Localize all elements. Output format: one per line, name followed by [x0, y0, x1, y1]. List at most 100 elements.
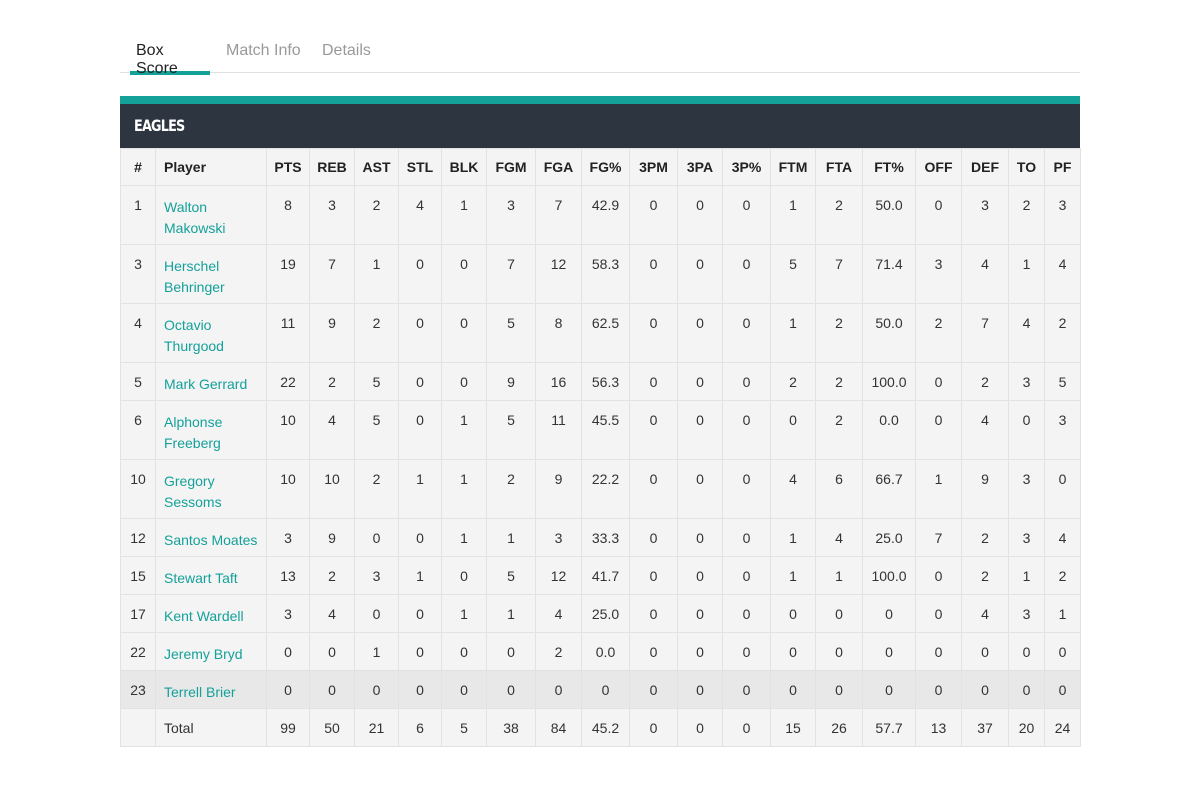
stat-cell: 66.7	[862, 459, 916, 519]
column-header[interactable]: PF	[1044, 148, 1081, 186]
player-link[interactable]: Alphonse Freeberg	[164, 412, 266, 454]
stat-cell: 0	[1044, 632, 1081, 671]
stat-cell: 0	[629, 362, 678, 401]
stat-cell: 0	[722, 594, 771, 633]
player-link[interactable]: Terrell Brier	[164, 682, 266, 703]
stat-cell: 0	[915, 632, 962, 671]
column-header[interactable]: 3PA	[677, 148, 723, 186]
stat-cell: 0	[722, 670, 771, 709]
stat-cell: 0	[354, 670, 399, 709]
player-cell: Kent Wardell	[155, 594, 267, 633]
stat-cell: 0	[677, 362, 723, 401]
stat-cell: 0	[677, 400, 723, 460]
player-link[interactable]: Santos Moates	[164, 530, 266, 551]
stat-cell: 2	[815, 362, 863, 401]
player-link[interactable]: Walton Makowski	[164, 197, 266, 239]
column-header[interactable]: AST	[354, 148, 399, 186]
total-stat-cell: 0	[722, 708, 771, 747]
stat-cell: 0	[629, 459, 678, 519]
stat-cell: 1	[354, 244, 399, 304]
column-header[interactable]: FG%	[581, 148, 630, 186]
stat-cell: 0	[677, 303, 723, 363]
stat-cell: 2	[770, 362, 816, 401]
player-first-name: Mark Gerrard	[164, 376, 248, 392]
column-header[interactable]: OFF	[915, 148, 962, 186]
stat-cell: 19	[266, 244, 310, 304]
stat-cell: 5	[770, 244, 816, 304]
stat-cell: 0	[629, 556, 678, 595]
player-link[interactable]: Jeremy Bryd	[164, 644, 266, 665]
column-header[interactable]: FT%	[862, 148, 916, 186]
player-link[interactable]: Kent Wardell	[164, 606, 266, 627]
stat-cell: 0	[722, 303, 771, 363]
player-number: 4	[120, 303, 156, 363]
stat-cell: 0	[677, 670, 723, 709]
accent-bar	[120, 96, 1080, 104]
stat-cell: 0	[1044, 459, 1081, 519]
tab-box-score[interactable]: Box Score	[130, 42, 210, 77]
table-row: 22 Jeremy Bryd 0 0 1 0 0 0 2 0.0 0 0 0 0 0 0 0 0 0 0	[120, 632, 1081, 671]
stat-cell: 0	[722, 400, 771, 460]
stat-cell: 1	[815, 556, 863, 595]
table-row: 4 Octavio Thurgood 11 9 2 0 0 5 8 62.5 0 0 0 1 2 50.0 2 7 4…	[120, 303, 1081, 363]
tab-details[interactable]: Details	[316, 42, 377, 71]
player-cell: Terrell Brier	[155, 670, 267, 709]
stat-cell: 50.0	[862, 185, 916, 245]
stat-cell: 4	[961, 244, 1009, 304]
stat-cell: 1	[398, 556, 442, 595]
total-stat-cell: 38	[486, 708, 536, 747]
stat-cell: 1	[770, 556, 816, 595]
column-header[interactable]: Player	[155, 148, 267, 186]
column-header[interactable]: FTA	[815, 148, 863, 186]
stat-cell: 0	[722, 459, 771, 519]
stat-cell: 2	[915, 303, 962, 363]
table-row: 12 Santos Moates 3 9 0 0 1 1 3 33.3 0 0 0 1 4 25.0 7 2 3 4	[120, 518, 1081, 557]
column-header[interactable]: TO	[1008, 148, 1045, 186]
player-link[interactable]: Octavio Thurgood	[164, 315, 266, 357]
player-first-name: Kent Wardell	[164, 608, 244, 624]
stat-cell: 1	[770, 518, 816, 557]
table-row: 1 Walton Makowski 8 3 2 4 1 3 7 42.9 0 0 0 1 2 50.0 0 3 2 3	[120, 185, 1081, 245]
stat-cell: 41.7	[581, 556, 630, 595]
player-link[interactable]: Mark Gerrard	[164, 374, 266, 395]
tab-match-info[interactable]: Match Info	[220, 42, 307, 71]
stat-cell: 0	[486, 670, 536, 709]
column-header[interactable]: BLK	[441, 148, 487, 186]
stat-cell: 2	[961, 556, 1009, 595]
player-link[interactable]: Stewart Taft	[164, 568, 266, 589]
column-header[interactable]: #	[120, 148, 156, 186]
stat-cell: 1	[770, 185, 816, 245]
stat-cell: 22.2	[581, 459, 630, 519]
stat-cell: 7	[486, 244, 536, 304]
stat-cell: 2	[354, 303, 399, 363]
stat-cell: 0	[770, 594, 816, 633]
player-link[interactable]: Herschel Behringer	[164, 256, 266, 298]
stat-cell: 13	[266, 556, 310, 595]
stat-cell: 0	[815, 594, 863, 633]
column-header[interactable]: FGM	[486, 148, 536, 186]
column-header[interactable]: REB	[309, 148, 355, 186]
stat-cell: 0	[677, 185, 723, 245]
column-header[interactable]: STL	[398, 148, 442, 186]
stat-cell: 10	[266, 459, 310, 519]
total-stat-cell: 84	[535, 708, 582, 747]
player-first-name: Gregory	[164, 473, 215, 489]
stat-cell: 3	[266, 518, 310, 557]
column-header[interactable]: FGA	[535, 148, 582, 186]
stat-cell: 9	[535, 459, 582, 519]
stat-cell: 2	[354, 459, 399, 519]
column-header[interactable]: 3PM	[629, 148, 678, 186]
column-header[interactable]: FTM	[770, 148, 816, 186]
stat-cell: 3	[309, 185, 355, 245]
column-header[interactable]: 3P%	[722, 148, 771, 186]
column-header[interactable]: DEF	[961, 148, 1009, 186]
stat-cell: 4	[1044, 518, 1081, 557]
player-link[interactable]: Gregory Sessoms	[164, 471, 266, 513]
column-header[interactable]: PTS	[266, 148, 310, 186]
player-cell: Gregory Sessoms	[155, 459, 267, 519]
stat-cell: 3	[1044, 400, 1081, 460]
stat-cell: 3	[535, 518, 582, 557]
total-stat-cell: 57.7	[862, 708, 916, 747]
player-number: 10	[120, 459, 156, 519]
stat-cell: 25.0	[581, 594, 630, 633]
